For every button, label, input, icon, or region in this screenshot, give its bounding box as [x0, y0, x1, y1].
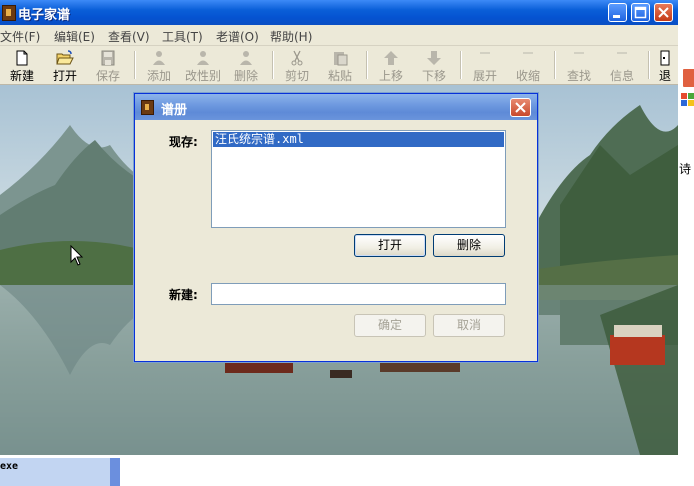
- existing-label: 现存:: [169, 135, 198, 149]
- tool-change-gender-label: 改性别: [184, 69, 221, 83]
- dialog-title: 谱册: [161, 103, 188, 118]
- main-title-bar[interactable]: 电子家谱: [0, 0, 678, 25]
- tool-open-label: 打开: [52, 69, 77, 83]
- tool-find-label: 查找: [566, 69, 591, 83]
- close-button[interactable]: [654, 3, 673, 22]
- dialog-title-bar[interactable]: 谱册: [135, 94, 537, 120]
- delete-person-icon: [240, 51, 252, 65]
- add-person-icon: [153, 51, 165, 65]
- tool-collapse-label: 收缩: [515, 69, 540, 83]
- collapse-icon: [523, 52, 533, 54]
- tool-exit-button[interactable]: 退: [652, 49, 678, 83]
- minimize-icon: [613, 15, 620, 18]
- new-book-name-input[interactable]: [211, 283, 506, 305]
- find-icon: [574, 52, 584, 54]
- tool-exit-label: 退: [658, 69, 671, 83]
- existing-books-list[interactable]: 汪氏统宗谱.xml: [211, 130, 506, 228]
- menu-tools[interactable]: 工具(T): [162, 28, 203, 45]
- toolbar: 新建 打开 保存 添加 改性别 删除 剪切 粘贴 上移 下移 展开 收缩 查找 …: [0, 46, 678, 85]
- tool-delete-button[interactable]: 删除: [226, 49, 266, 83]
- tool-delete-label: 删除: [233, 69, 258, 83]
- tool-change-gender-button[interactable]: 改性别: [183, 49, 223, 83]
- taskbar-divider: [110, 458, 120, 486]
- open-button[interactable]: 打开: [354, 234, 426, 257]
- tool-save-label: 保存: [95, 69, 120, 83]
- tool-open-button[interactable]: 打开: [45, 49, 85, 83]
- cancel-button[interactable]: 取消: [433, 314, 505, 337]
- info-icon: [617, 52, 627, 54]
- new-file-icon: [16, 50, 28, 66]
- toolbar-separator: [366, 51, 368, 79]
- tool-info-button[interactable]: 信息: [602, 49, 642, 83]
- save-icon: [101, 50, 115, 66]
- tool-new-label: 新建: [9, 69, 34, 83]
- taskbar-item-label: exe: [0, 461, 19, 472]
- tool-cut-button[interactable]: 剪切: [277, 49, 317, 83]
- new-label: 新建:: [169, 288, 198, 302]
- exit-icon: [660, 50, 670, 66]
- background-window-text: 诗: [679, 162, 692, 176]
- menu-old-genealogy[interactable]: 老谱(O): [216, 28, 259, 45]
- menu-file[interactable]: 文件(F): [0, 28, 40, 45]
- tool-move-up-button[interactable]: 上移: [371, 49, 411, 83]
- windows-logo-icon: [681, 93, 694, 106]
- tool-move-down-button[interactable]: 下移: [414, 49, 454, 83]
- list-item-text: 汪氏统宗谱.xml: [215, 132, 304, 146]
- minimize-button[interactable]: [608, 3, 627, 22]
- tool-paste-button[interactable]: 粘贴: [320, 49, 360, 83]
- tool-move-up-label: 上移: [378, 69, 403, 83]
- toolbar-separator: [134, 51, 136, 79]
- menu-help[interactable]: 帮助(H): [270, 28, 312, 45]
- main-window-title: 电子家谱: [18, 8, 71, 23]
- tool-expand-button[interactable]: 展开: [465, 49, 505, 83]
- menu-view[interactable]: 查看(V): [108, 28, 150, 45]
- tool-add-button[interactable]: 添加: [139, 49, 179, 83]
- ok-button[interactable]: 确定: [354, 314, 426, 337]
- tool-cut-label: 剪切: [284, 69, 309, 83]
- genealogy-book-dialog: 谱册 现存: 汪氏统宗谱.xml 打开 删除 新建: 确定 取消: [134, 93, 538, 362]
- background-close-icon[interactable]: [682, 68, 694, 88]
- scissors-icon: [291, 50, 303, 66]
- mouse-pointer-icon: [70, 245, 84, 266]
- maximize-icon: [634, 6, 647, 19]
- toolbar-separator: [272, 51, 274, 79]
- tool-new-button[interactable]: 新建: [2, 49, 42, 83]
- tool-expand-label: 展开: [472, 69, 497, 83]
- close-icon: [658, 7, 669, 18]
- paste-icon: [334, 52, 348, 66]
- toolbar-separator: [648, 51, 650, 79]
- arrow-up-icon: [384, 51, 398, 65]
- dialog-book-icon: [141, 100, 154, 115]
- list-item[interactable]: 汪氏统宗谱.xml: [213, 132, 504, 147]
- toolbar-separator: [554, 51, 556, 79]
- open-folder-icon: [56, 50, 74, 65]
- tool-add-label: 添加: [146, 69, 171, 83]
- delete-button[interactable]: 删除: [433, 234, 505, 257]
- app-book-icon: [2, 5, 16, 21]
- menu-bar: 文件(F) 编辑(E) 查看(V) 工具(T) 老谱(O) 帮助(H): [0, 25, 678, 46]
- tool-save-button[interactable]: 保存: [88, 49, 128, 83]
- menu-edit[interactable]: 编辑(E): [54, 28, 95, 45]
- tool-collapse-button[interactable]: 收缩: [508, 49, 548, 83]
- change-gender-icon: [197, 51, 209, 65]
- tool-paste-label: 粘贴: [327, 69, 352, 83]
- tool-move-down-label: 下移: [421, 69, 446, 83]
- close-icon: [515, 102, 526, 113]
- tool-find-button[interactable]: 查找: [559, 49, 599, 83]
- toolbar-separator: [460, 51, 462, 79]
- arrow-down-icon: [427, 51, 441, 65]
- tool-info-label: 信息: [609, 69, 634, 83]
- maximize-button[interactable]: [631, 3, 650, 22]
- expand-icon: [480, 52, 490, 54]
- dialog-close-button[interactable]: [510, 98, 531, 117]
